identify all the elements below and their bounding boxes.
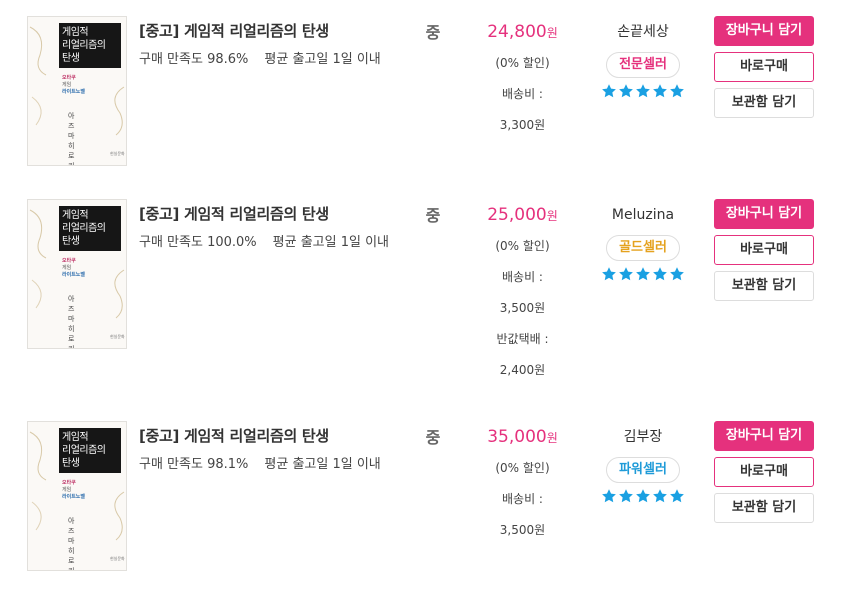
star-icon — [602, 489, 616, 503]
seller-grade-badge: 파워셀러 — [606, 457, 680, 483]
price: 24,800원 — [470, 16, 575, 48]
shipping-day: 평균 출고일 1일 이내 — [272, 235, 390, 250]
cover-author: 아즈마 히로키 — [68, 112, 75, 166]
satisfaction-value: 98.1% — [207, 457, 249, 472]
add-to-cart-button[interactable]: 장바구니 담기 — [714, 421, 814, 451]
seller-name[interactable]: 손끝세상 — [592, 16, 694, 48]
price-unit: 원 — [546, 431, 558, 445]
star-icon — [636, 489, 650, 503]
condition-grade: 중 — [425, 428, 441, 447]
shipping-fee: 3,500원 — [499, 301, 546, 315]
price-unit: 원 — [546, 26, 558, 40]
star-icon — [602, 267, 616, 281]
seller-grade-badge: 골드셀러 — [606, 235, 680, 261]
cover-publisher: 현실문화 — [110, 151, 125, 156]
cover-title: 게임적 리얼리즘의 탄생 — [59, 428, 121, 473]
satisfaction-label: 구매 만족도 — [139, 457, 203, 472]
seller-name[interactable]: Meluzina — [592, 199, 694, 231]
cover-author: 아즈마 히로키 — [68, 295, 75, 349]
cover-title: 게임적 리얼리즘의 탄생 — [59, 206, 121, 251]
seller-rating — [592, 488, 694, 504]
price-value: 24,800 — [487, 22, 547, 42]
star-icon — [636, 267, 650, 281]
book-cover[interactable]: 게임적 리얼리즘의 탄생 오타쿠 게임 라이트노벨 아즈마 히로키 현실문화 — [27, 199, 127, 349]
star-icon — [619, 84, 633, 98]
shipping-day: 평균 출고일 1일 이내 — [264, 52, 381, 67]
seller-rating — [592, 266, 694, 282]
price-value: 25,000 — [487, 205, 547, 225]
shipping-label: 배송비 : — [502, 270, 543, 284]
price-unit: 원 — [546, 209, 558, 223]
star-icon — [653, 84, 667, 98]
price: 25,000원 — [470, 199, 575, 231]
half-price-delivery-label: 반값택배 : — [496, 332, 549, 346]
seller-block: 김부장 파워셀러 — [592, 421, 694, 504]
star-icon — [619, 267, 633, 281]
buy-now-button[interactable]: 바로구매 — [714, 52, 814, 82]
satisfaction-label: 구매 만족도 — [139, 52, 203, 67]
seller-name[interactable]: 김부장 — [592, 421, 694, 453]
book-title[interactable]: [중고] 게임적 리얼리즘의 탄생 — [139, 203, 329, 224]
seller-meta: 구매 만족도 100.0% 평균 출고일 1일 이내 — [139, 231, 389, 254]
save-to-wishlist-button[interactable]: 보관함 담기 — [714, 271, 814, 301]
cover-publisher: 현실문화 — [110, 556, 125, 561]
price: 35,000원 — [470, 421, 575, 453]
shipping-label: 배송비 : — [502, 87, 543, 101]
action-buttons: 장바구니 담기 바로구매 보관함 담기 — [714, 199, 814, 307]
discount-text: (0% 할인) — [495, 239, 550, 253]
buy-now-button[interactable]: 바로구매 — [714, 235, 814, 265]
price-block: 35,000원 (0% 할인) 배송비 : 3,500원 — [470, 421, 575, 546]
used-book-listing: 게임적 리얼리즘의 탄생 오타쿠 게임 라이트노벨 아즈마 히로키 현실문화 [… — [0, 0, 854, 594]
seller-grade-badge: 전문셀러 — [606, 52, 680, 78]
seller-rating — [592, 83, 694, 99]
half-price-delivery-fee: 2,400원 — [499, 363, 546, 377]
add-to-cart-button[interactable]: 장바구니 담기 — [714, 16, 814, 46]
buy-now-button[interactable]: 바로구매 — [714, 457, 814, 487]
cover-publisher: 현실문화 — [110, 334, 125, 339]
satisfaction-label: 구매 만족도 — [139, 235, 203, 250]
star-icon — [670, 267, 684, 281]
discount-text: (0% 할인) — [495, 461, 550, 475]
star-icon — [602, 84, 616, 98]
listing-row: 게임적 리얼리즘의 탄생 오타쿠 게임 라이트노벨 아즈마 히로키 현실문화 [… — [0, 199, 854, 379]
shipping-day: 평균 출고일 1일 이내 — [264, 457, 381, 472]
add-to-cart-button[interactable]: 장바구니 담기 — [714, 199, 814, 229]
cover-subtitle: 오타쿠 게임 라이트노벨 — [62, 75, 86, 95]
cover-subtitle: 오타쿠 게임 라이트노벨 — [62, 480, 86, 500]
star-icon — [653, 267, 667, 281]
satisfaction-value: 100.0% — [207, 235, 257, 250]
book-cover[interactable]: 게임적 리얼리즘의 탄생 오타쿠 게임 라이트노벨 아즈마 히로키 현실문화 — [27, 421, 127, 571]
star-icon — [636, 84, 650, 98]
cover-author: 아즈마 히로키 — [68, 517, 75, 571]
book-title[interactable]: [중고] 게임적 리얼리즘의 탄생 — [139, 20, 329, 41]
save-to-wishlist-button[interactable]: 보관함 담기 — [714, 493, 814, 523]
price-block: 25,000원 (0% 할인) 배송비 : 3,500원 반값택배 : 2,40… — [470, 199, 575, 386]
star-icon — [670, 84, 684, 98]
book-cover[interactable]: 게임적 리얼리즘의 탄생 오타쿠 게임 라이트노벨 아즈마 히로키 현실문화 — [27, 16, 127, 166]
seller-block: Meluzina 골드셀러 — [592, 199, 694, 282]
seller-block: 손끝세상 전문셀러 — [592, 16, 694, 99]
listing-row: 게임적 리얼리즘의 탄생 오타쿠 게임 라이트노벨 아즈마 히로키 현실문화 [… — [0, 421, 854, 594]
star-icon — [653, 489, 667, 503]
price-block: 24,800원 (0% 할인) 배송비 : 3,300원 — [470, 16, 575, 141]
condition-grade: 중 — [425, 23, 441, 42]
cover-title: 게임적 리얼리즘의 탄생 — [59, 23, 121, 68]
book-title[interactable]: [중고] 게임적 리얼리즘의 탄생 — [139, 425, 329, 446]
listing-row: 게임적 리얼리즘의 탄생 오타쿠 게임 라이트노벨 아즈마 히로키 현실문화 [… — [0, 16, 854, 196]
discount-text: (0% 할인) — [495, 56, 550, 70]
seller-meta: 구매 만족도 98.1% 평균 출고일 1일 이내 — [139, 453, 389, 476]
seller-meta: 구매 만족도 98.6% 평균 출고일 1일 이내 — [139, 48, 389, 71]
star-icon — [619, 489, 633, 503]
shipping-fee: 3,300원 — [499, 118, 546, 132]
star-icon — [670, 489, 684, 503]
condition-grade: 중 — [425, 206, 441, 225]
action-buttons: 장바구니 담기 바로구매 보관함 담기 — [714, 421, 814, 529]
shipping-label: 배송비 : — [502, 492, 543, 506]
satisfaction-value: 98.6% — [207, 52, 249, 67]
save-to-wishlist-button[interactable]: 보관함 담기 — [714, 88, 814, 118]
action-buttons: 장바구니 담기 바로구매 보관함 담기 — [714, 16, 814, 124]
cover-subtitle: 오타쿠 게임 라이트노벨 — [62, 258, 86, 278]
price-value: 35,000 — [487, 427, 547, 447]
shipping-fee: 3,500원 — [499, 523, 546, 537]
